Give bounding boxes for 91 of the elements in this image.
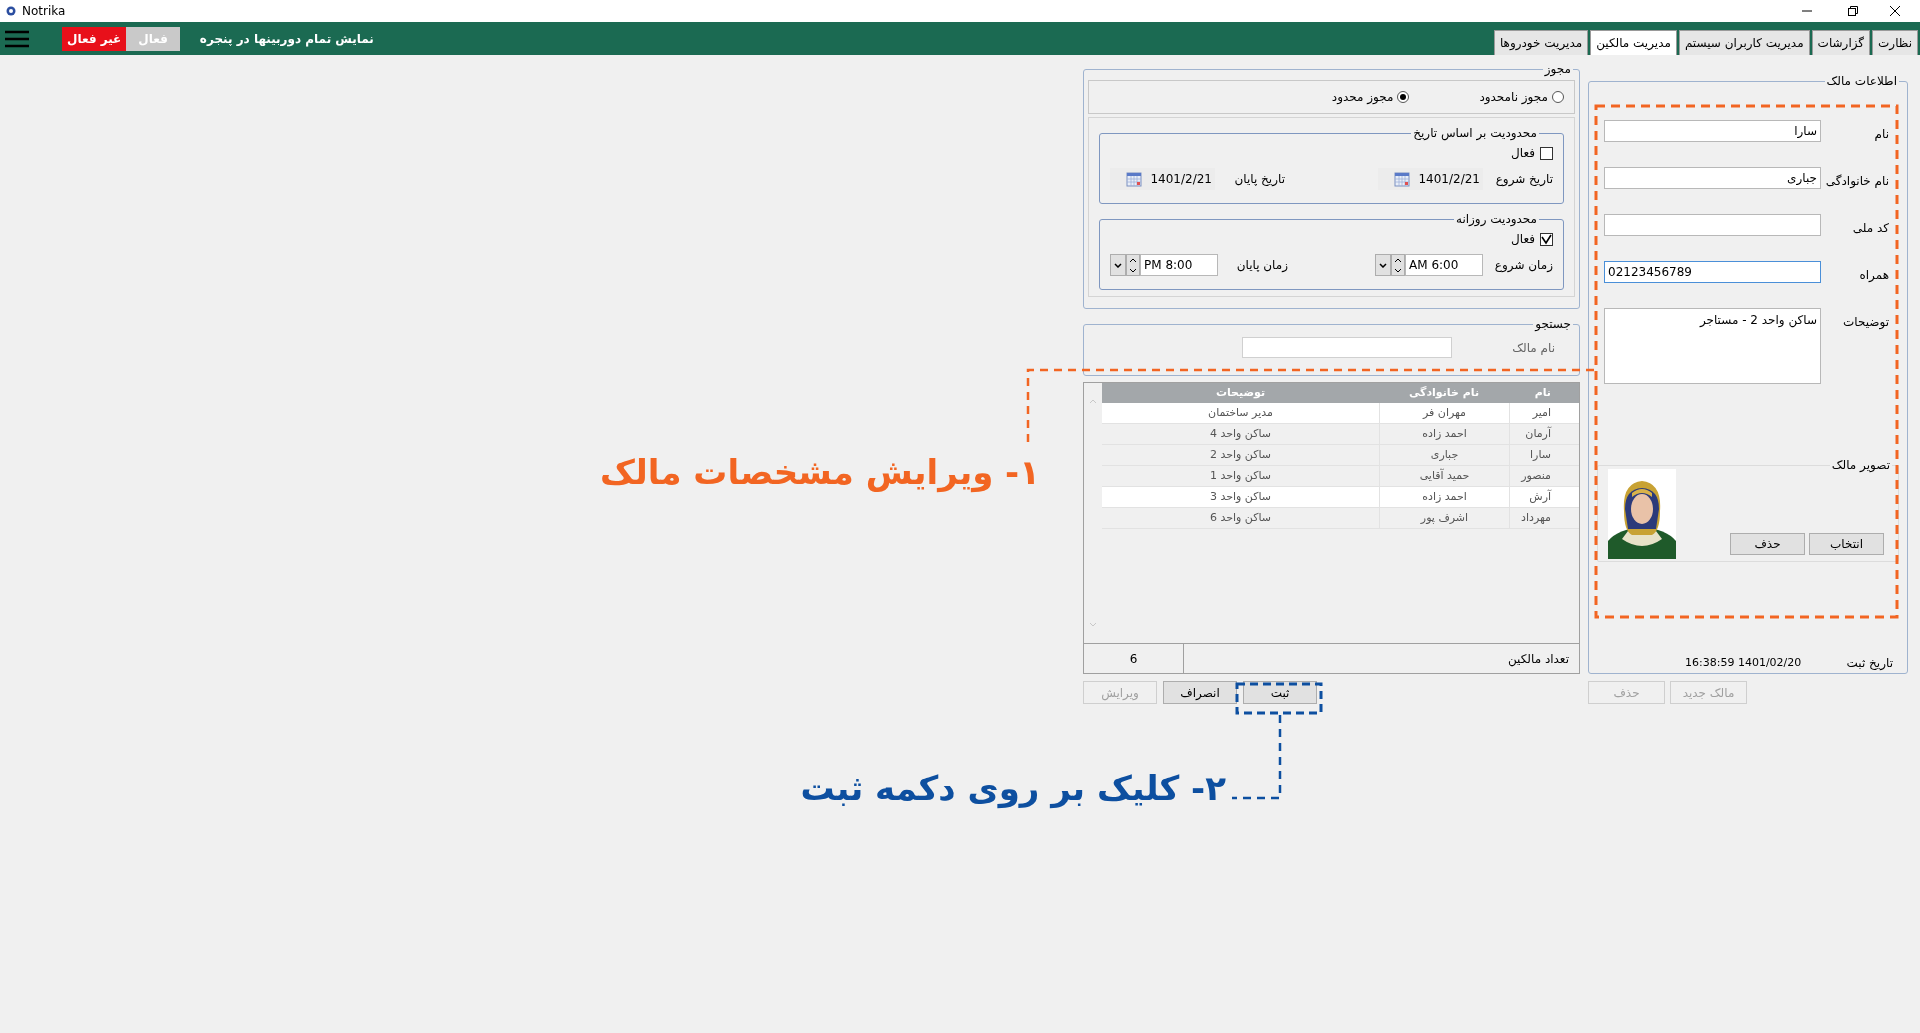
- table-cell: احمد زاده: [1379, 424, 1509, 444]
- checkbox-label: فعال: [1511, 145, 1535, 162]
- action-button[interactable]: ثبت: [1243, 681, 1317, 704]
- table-cell-text: ساکن واحد 3: [1208, 488, 1273, 505]
- photo-button[interactable]: انتخاب: [1809, 533, 1884, 555]
- table-row[interactable]: مهرداد اشرف پور ساکن واحد 6: [1102, 508, 1579, 529]
- caret-icon: [1114, 262, 1122, 268]
- table-cell: احمد زاده: [1379, 487, 1509, 507]
- date-picker[interactable]: 1401/2/21: [1110, 168, 1215, 190]
- action-button[interactable]: انصراف: [1163, 681, 1237, 704]
- field-label: تاریخ شروع: [1494, 171, 1553, 188]
- toggle-button[interactable]: غیر فعال: [62, 26, 127, 51]
- table-cell: منصور: [1509, 466, 1579, 486]
- count-label: تعداد مالکین: [1506, 650, 1570, 669]
- checkbox[interactable]: [1540, 232, 1553, 246]
- restore-icon[interactable]: [1848, 6, 1858, 16]
- table-cell-text: ساکن واحد 2: [1208, 446, 1273, 463]
- column-header: نام: [1533, 384, 1552, 401]
- field-label: تاریخ پایان: [1233, 171, 1285, 188]
- table-cell: سارا: [1509, 445, 1579, 465]
- app-icon: [6, 6, 16, 16]
- count-value: 6: [1084, 644, 1184, 673]
- group-title: اطلاعات مالک: [1825, 73, 1898, 90]
- table-row[interactable]: منصور حمید آقایی ساکن واحد 1: [1102, 466, 1579, 487]
- close-icon[interactable]: [1890, 6, 1900, 16]
- dropdown-button[interactable]: [1110, 254, 1126, 276]
- field-label: نام: [1873, 126, 1890, 143]
- checkbox-label: فعال: [1511, 231, 1535, 248]
- toolbar-caption: نمایش تمام دوربینها در پنجره: [199, 30, 374, 48]
- table-cell-text: ساکن واحد 6: [1208, 509, 1273, 526]
- tab[interactable]: مدیریت خودروها: [1493, 30, 1589, 55]
- field-label: نام مالک: [1512, 339, 1555, 357]
- date-picker[interactable]: 1401/2/21: [1378, 168, 1483, 190]
- radio-label: مجوز نامحدود: [1479, 89, 1548, 106]
- field-label: کد ملی: [1851, 220, 1890, 237]
- field-label: توضیحات: [1841, 314, 1890, 331]
- caret-icon: [1379, 262, 1387, 268]
- time-field[interactable]: PM 8:00: [1140, 254, 1218, 276]
- calendar-icon[interactable]: [1394, 171, 1411, 187]
- table-cell: مهرداد: [1509, 508, 1579, 528]
- field-label: زمان پایان: [1235, 257, 1288, 274]
- field-label: همراه: [1858, 267, 1890, 284]
- spin-button[interactable]: [1126, 254, 1140, 276]
- tab[interactable]: نظارت: [1872, 30, 1918, 55]
- group-title: جستجو: [1533, 316, 1572, 333]
- table-row[interactable]: سارا جباری ساکن واحد 2: [1102, 445, 1579, 466]
- annotation-text: ۲- کلیک بر روی دکمه ثبت: [800, 767, 1226, 811]
- table-cell-text: ساکن واحد 1: [1208, 467, 1273, 484]
- table-row[interactable]: امیر مهران فر مدیر ساختمان: [1102, 403, 1579, 424]
- search-field[interactable]: [1242, 337, 1453, 358]
- calendar-icon[interactable]: [1126, 171, 1143, 187]
- group-title: مجوز: [1543, 61, 1572, 78]
- column-header: نام خانوادگی: [1407, 384, 1481, 401]
- spin-button[interactable]: [1391, 254, 1405, 276]
- window-title: Notrika: [22, 3, 66, 20]
- photo-button[interactable]: حذف: [1730, 533, 1805, 555]
- tab[interactable]: مدیریت مالکین: [1590, 30, 1677, 55]
- table-cell: حمید آقایی: [1379, 466, 1509, 486]
- text-area[interactable]: ساکن واحد 2 - مستاجر: [1604, 308, 1821, 384]
- field-label: نام خانوادگی: [1824, 173, 1890, 190]
- table-cell: جباری: [1379, 445, 1509, 465]
- text-field[interactable]: جباری: [1604, 167, 1821, 189]
- checkbox[interactable]: [1540, 146, 1553, 160]
- text-field[interactable]: سارا: [1604, 120, 1821, 142]
- group-title: محدودیت بر اساس تاریخ: [1412, 125, 1538, 142]
- table-row[interactable]: آرش احمد زاده ساکن واحد 3: [1102, 487, 1579, 508]
- radio-button[interactable]: [1397, 91, 1410, 103]
- column-header: توضیحات: [1214, 384, 1267, 401]
- table-cell: آرمان: [1509, 424, 1579, 444]
- table-cell: مهران فر: [1379, 403, 1509, 423]
- group-title: تصویر مالک: [1830, 457, 1891, 474]
- menu-icon[interactable]: [4, 28, 30, 49]
- text-field[interactable]: [1604, 214, 1821, 236]
- tab[interactable]: مدیریت کاربران سیستم: [1678, 30, 1810, 55]
- tab[interactable]: گزارشات: [1811, 30, 1871, 55]
- text-field[interactable]: 02123456789: [1604, 261, 1821, 283]
- dropdown-button[interactable]: [1375, 254, 1391, 276]
- radio-button[interactable]: [1552, 91, 1564, 103]
- field-label: زمان شروع: [1493, 257, 1553, 274]
- time-field[interactable]: AM 6:00: [1405, 254, 1483, 276]
- table-cell: اشرف پور: [1379, 508, 1509, 528]
- group-title: محدودیت روزانه: [1454, 211, 1538, 228]
- registration-date: 16:38:59 1401/02/20: [1685, 654, 1802, 671]
- table-cell-text: مدیر ساختمان: [1207, 404, 1274, 421]
- table-cell: آرش: [1509, 487, 1579, 507]
- annotation-text: ۱- ویرایش مشخصات مالک: [600, 451, 1040, 495]
- radio-label: مجوز محدود: [1331, 89, 1394, 106]
- table-cell: امیر: [1509, 403, 1579, 423]
- field-label: تاریخ ثبت: [1846, 655, 1893, 672]
- table-row[interactable]: آرمان احمد زاده ساکن واحد 4: [1102, 424, 1579, 445]
- table-cell-text: ساکن واحد 4: [1208, 425, 1273, 442]
